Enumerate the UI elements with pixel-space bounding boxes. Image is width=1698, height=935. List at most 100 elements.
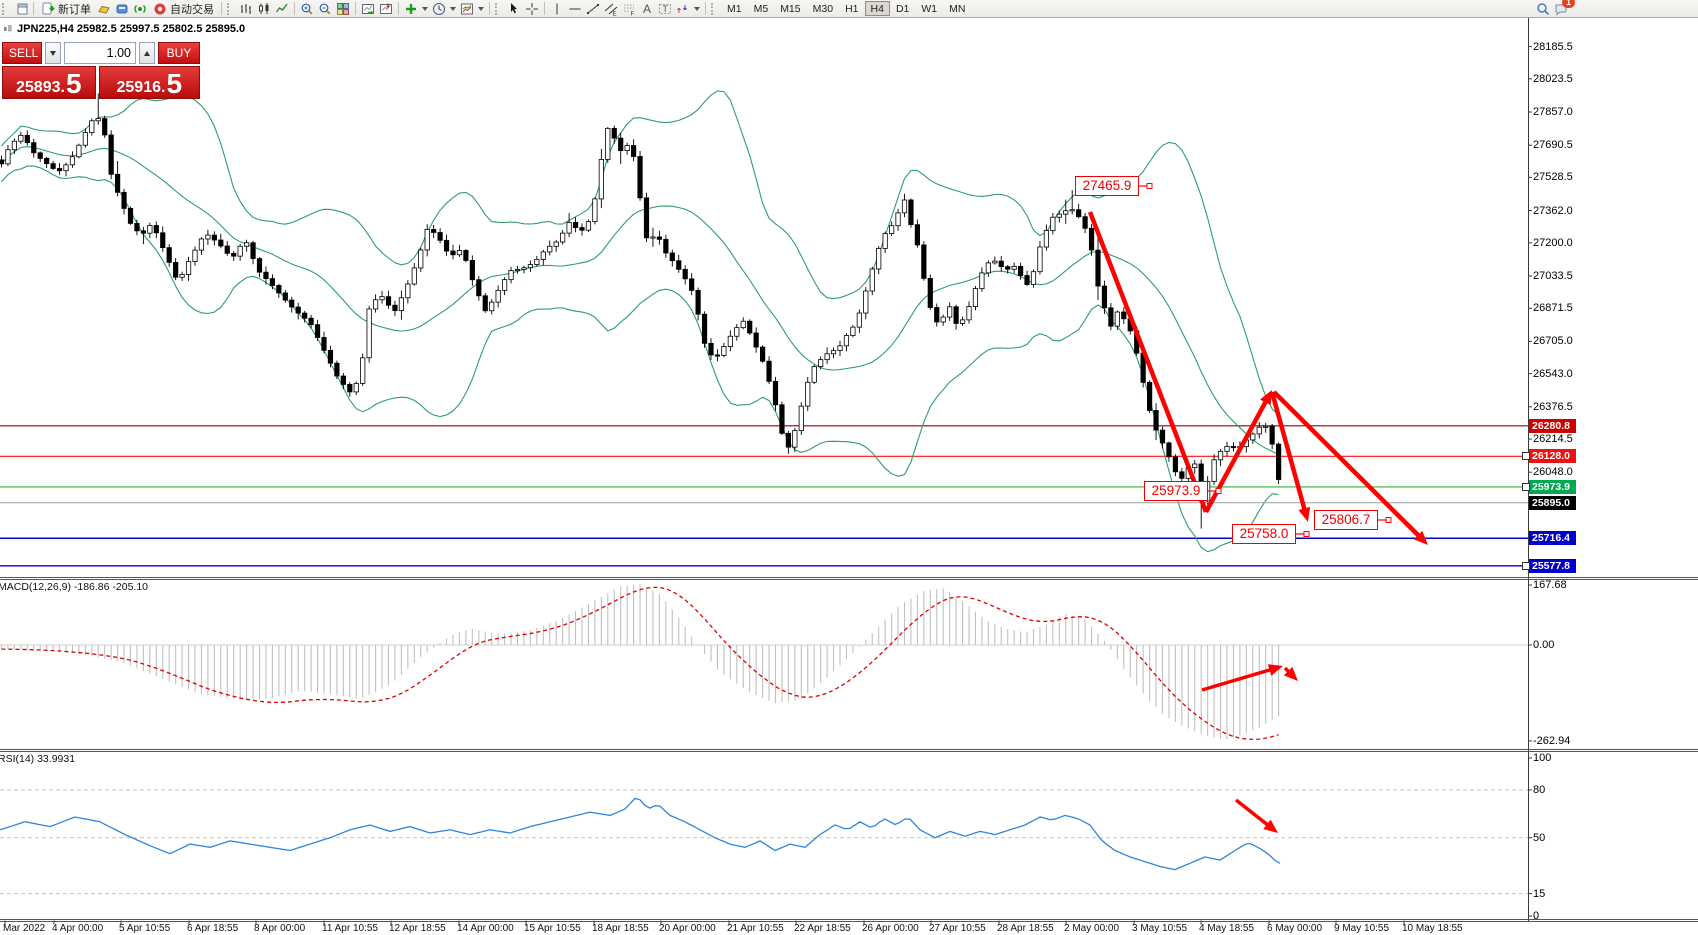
axis-anchor-handle[interactable] — [1522, 483, 1530, 491]
tf-button-M1[interactable]: M1 — [721, 1, 748, 16]
text-label-tool-icon[interactable]: T — [656, 1, 674, 16]
volume-decrease-button[interactable] — [45, 42, 61, 64]
horizontal-line-tool-icon[interactable] — [566, 1, 584, 16]
price-tag-25716.4: 25716.4 — [1529, 531, 1576, 545]
new-order-icon — [41, 2, 55, 16]
tf-button-M5[interactable]: M5 — [748, 1, 775, 16]
svg-text:F: F — [631, 11, 635, 16]
profiles-icon[interactable] — [95, 1, 113, 16]
template-caret-icon[interactable] — [478, 7, 484, 11]
chart-shift-icon[interactable] — [377, 1, 395, 16]
text-tool-icon[interactable]: A — [638, 1, 656, 16]
tf-button-M15[interactable]: M15 — [774, 1, 806, 16]
time-axis-label: 2 May 00:00 — [1064, 923, 1119, 934]
annotation-price-label[interactable]: 27465.9 — [1075, 176, 1139, 196]
tf-button-W1[interactable]: W1 — [915, 1, 943, 16]
sell-button[interactable]: SELL — [2, 42, 42, 64]
volume-input[interactable] — [64, 42, 136, 64]
time-axis-label: 28 Apr 18:55 — [997, 923, 1054, 934]
annotation-price-label[interactable]: 25973.9 — [1144, 481, 1208, 501]
bar-chart-mode-icon[interactable] — [237, 1, 255, 16]
buy-price-box[interactable]: 25916. 5 — [99, 66, 200, 99]
tf-button-H1[interactable]: H1 — [839, 1, 864, 16]
sell-price-box[interactable]: 25893. 5 — [2, 66, 96, 99]
add-indicator-icon[interactable] — [402, 1, 420, 16]
one-click-trading-panel: SELL BUY 25893. 5 25916. 5 — [2, 42, 200, 99]
add-indicator-caret-icon[interactable] — [422, 7, 428, 11]
time-axis-label: 22 Apr 18:55 — [794, 923, 851, 934]
sell-price-big-digit: 5 — [66, 71, 82, 97]
periods-clock-icon[interactable] — [430, 1, 448, 16]
price-tick-label: 27362.0 — [1533, 205, 1573, 217]
macd-indicator-label: MACD(12,26,9) -186.86 -205.10 — [0, 581, 148, 593]
price-tick-label: 27033.5 — [1533, 270, 1573, 282]
tf-button-H4[interactable]: H4 — [865, 1, 890, 16]
template-icon[interactable] — [458, 1, 476, 16]
annotation-price-label[interactable]: 25758.0 — [1232, 524, 1296, 544]
crosshair-icon[interactable] — [523, 1, 541, 16]
toolbar: 新订单 自动交易 — [0, 0, 1698, 18]
auto-scroll-icon[interactable] — [359, 1, 377, 16]
buy-button[interactable]: BUY — [158, 42, 200, 64]
trendline-tool-icon[interactable] — [584, 1, 602, 16]
volume-increase-button[interactable] — [139, 42, 155, 64]
equidistant-channel-tool-icon[interactable]: E — [602, 1, 620, 16]
toolbar-separator — [33, 2, 34, 15]
svg-text:T: T — [663, 4, 669, 14]
time-axis-label: 26 Apr 00:00 — [862, 923, 919, 934]
time-axis-label: 11 Apr 10:55 — [322, 923, 378, 934]
toolbar-grip[interactable] — [2, 3, 9, 15]
vertical-line-tool-icon[interactable] — [548, 1, 566, 16]
time-axis-label: 18 Apr 18:55 — [592, 923, 649, 934]
signal-icon[interactable] — [131, 1, 149, 16]
annotation-price-label[interactable]: 25806.7 — [1314, 510, 1378, 530]
price-tick-label: 27857.0 — [1533, 106, 1573, 118]
axis-anchor-handle[interactable] — [1522, 452, 1530, 460]
tile-windows-icon[interactable] — [334, 1, 352, 16]
tf-button-D1[interactable]: D1 — [890, 1, 915, 16]
svg-text:E: E — [613, 11, 617, 16]
zoom-in-icon[interactable] — [298, 1, 316, 16]
zoom-out-icon[interactable] — [316, 1, 334, 16]
symbol-header: JPN225,H4 25982.5 25997.5 25802.5 25895.… — [3, 23, 245, 35]
terminal-icon[interactable] — [113, 1, 131, 16]
axes-frame-layer — [0, 17, 1698, 925]
price-tick-label: 27528.5 — [1533, 171, 1573, 183]
arrows-tool-caret-icon[interactable] — [694, 7, 700, 11]
time-axis-label: 14 Apr 00:00 — [457, 923, 514, 934]
sell-price-main: 25893. — [16, 78, 65, 97]
price-tag-26128.0: 26128.0 — [1529, 449, 1576, 463]
time-axis-label: 12 Apr 18:55 — [389, 923, 446, 934]
cursor-icon[interactable] — [505, 1, 523, 16]
candlestick-mode-icon[interactable] — [255, 1, 273, 16]
axis-anchor-handle[interactable] — [1522, 562, 1530, 570]
periods-caret-icon[interactable] — [450, 7, 456, 11]
macd-tick-label: 167.68 — [1533, 579, 1567, 591]
time-axis-label: 5 Apr 10:55 — [119, 923, 170, 934]
symbol-ohlc-text: JPN225,H4 25982.5 25997.5 25802.5 25895.… — [17, 23, 245, 35]
search-icon[interactable] — [1534, 1, 1552, 16]
notification-badge[interactable]: 1 — [1562, 0, 1575, 8]
time-axis-label: 3 May 10:55 — [1132, 923, 1187, 934]
autotrading-label: 自动交易 — [170, 1, 214, 17]
window-icon[interactable] — [12, 1, 30, 16]
rsi-tick-label: 0 — [1533, 910, 1539, 922]
rsi-tick-label: 50 — [1533, 832, 1545, 844]
time-axis-label: 6 Apr 18:55 — [187, 923, 238, 934]
rsi-indicator-label: RSI(14) 33.9931 — [0, 753, 75, 765]
chart-canvas[interactable] — [0, 0, 1698, 935]
rsi-tick-label: 100 — [1533, 752, 1551, 764]
price-tick-label: 26871.5 — [1533, 302, 1573, 314]
spin-up-icon — [144, 51, 150, 56]
arrows-tool-icon[interactable] — [674, 1, 692, 16]
new-order-button[interactable]: 新订单 — [37, 1, 95, 16]
community-chat-icon[interactable]: 1 — [1552, 1, 1570, 16]
fibonacci-tool-icon[interactable]: F — [620, 1, 638, 16]
price-tick-label: 27690.5 — [1533, 139, 1573, 151]
tf-button-M30[interactable]: M30 — [807, 1, 839, 16]
toolbar-right-group: 1 — [1534, 1, 1570, 16]
line-chart-mode-icon[interactable] — [273, 1, 291, 16]
price-tick-label: 27200.0 — [1533, 237, 1573, 249]
tf-button-MN[interactable]: MN — [943, 1, 971, 16]
autotrading-button[interactable]: 自动交易 — [149, 1, 218, 16]
